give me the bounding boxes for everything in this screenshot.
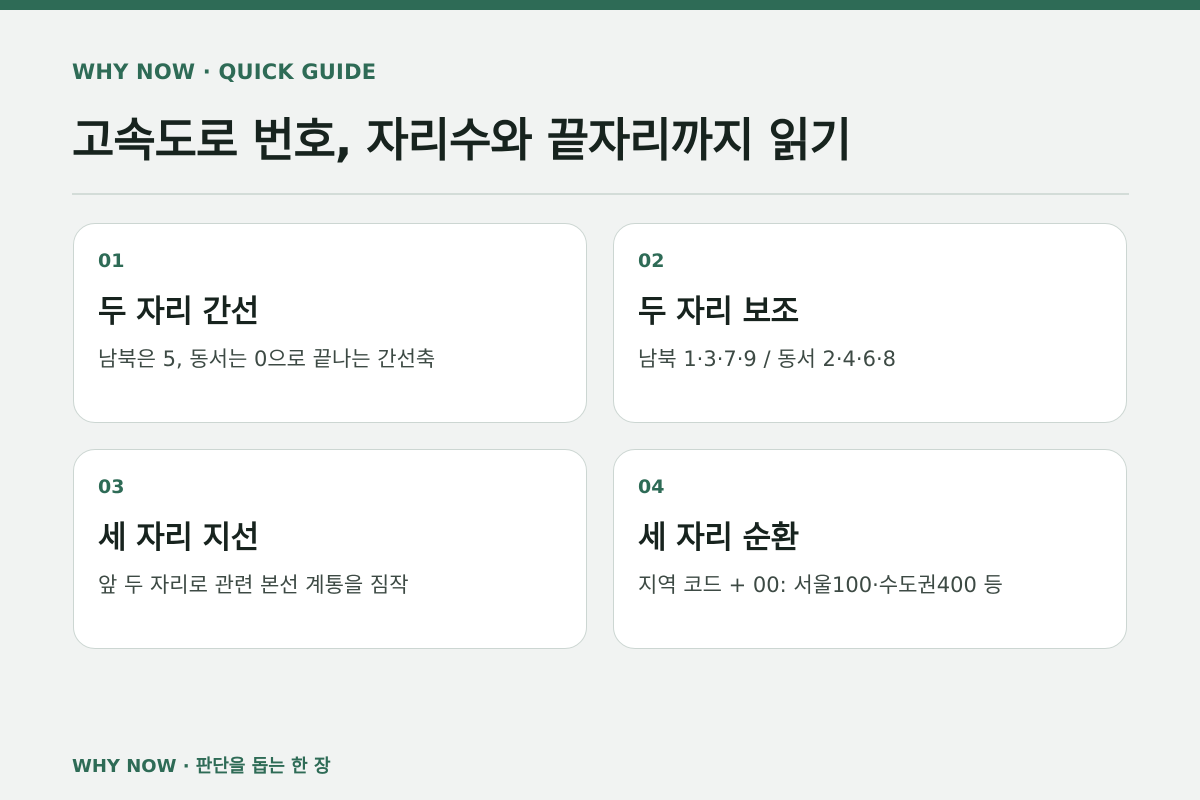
- guide-card-three-digit-branch: 03 세 자리 지선 앞 두 자리로 관련 본선 계통을 짐작: [73, 449, 587, 649]
- card-title: 세 자리 지선: [98, 520, 259, 556]
- card-title: 세 자리 순환: [638, 520, 799, 556]
- card-number: 04: [638, 476, 665, 498]
- page-title: 고속도로 번호, 자리수와 끝자리까지 읽기: [72, 113, 852, 167]
- card-description: 지역 코드 + 00: 서울100·수도권400 등: [638, 573, 1003, 597]
- card-description: 남북 1·3·7·9 / 동서 2·4·6·8: [638, 347, 896, 371]
- card-title: 두 자리 간선: [98, 294, 259, 330]
- card-title: 두 자리 보조: [638, 294, 799, 330]
- card-number: 03: [98, 476, 125, 498]
- guide-card-two-digit-trunk: 01 두 자리 간선 남북은 5, 동서는 0으로 끝나는 간선축: [73, 223, 587, 423]
- card-number: 01: [98, 250, 125, 272]
- card-number: 02: [638, 250, 665, 272]
- header-divider: [72, 193, 1129, 195]
- footer-label: WHY NOW · 판단을 돕는 한 장: [72, 756, 331, 777]
- card-description: 앞 두 자리로 관련 본선 계통을 짐작: [98, 573, 409, 597]
- guide-card-three-digit-ring: 04 세 자리 순환 지역 코드 + 00: 서울100·수도권400 등: [613, 449, 1127, 649]
- guide-card-two-digit-auxiliary: 02 두 자리 보조 남북 1·3·7·9 / 동서 2·4·6·8: [613, 223, 1127, 423]
- eyebrow-label: WHY NOW · QUICK GUIDE: [72, 60, 377, 84]
- card-description: 남북은 5, 동서는 0으로 끝나는 간선축: [98, 347, 436, 371]
- top-accent-bar: [0, 0, 1200, 10]
